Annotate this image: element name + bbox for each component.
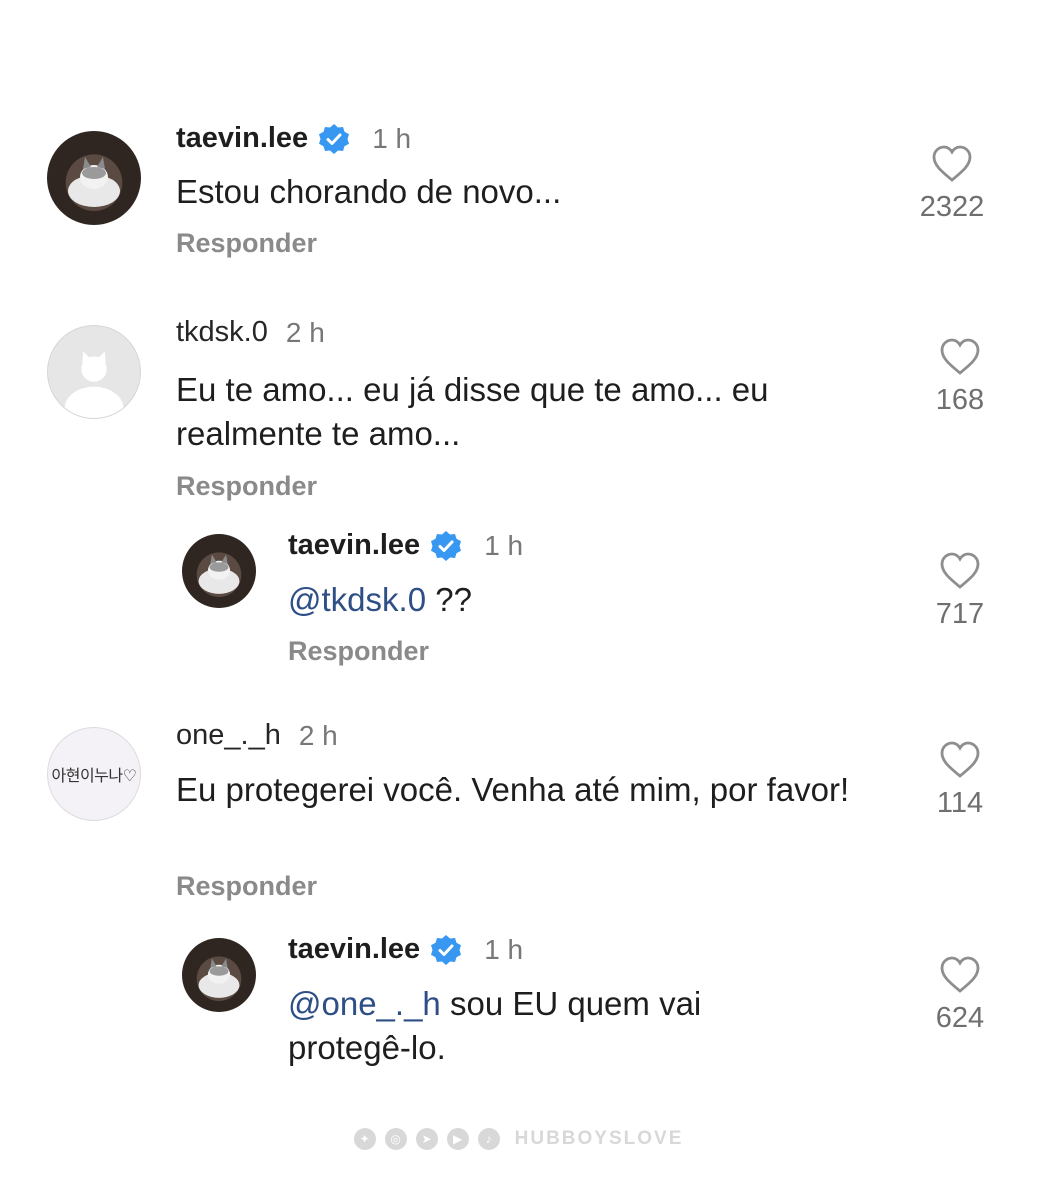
instagram-icon: ◎ xyxy=(384,1128,407,1150)
reply-button[interactable]: Responder xyxy=(176,871,317,902)
username[interactable]: taevin.lee xyxy=(288,933,420,966)
like-count: 114 xyxy=(936,787,984,819)
username[interactable]: one_._h xyxy=(176,719,281,752)
like-count: 168 xyxy=(935,384,985,416)
avatar[interactable]: 아현이누나♡ xyxy=(47,727,141,821)
tiktok-icon: ♪ xyxy=(477,1128,500,1150)
comment-text: @tkdsk.0 ?? xyxy=(288,578,888,622)
avatar[interactable] xyxy=(47,325,141,419)
comment-header: taevin.lee 1 h xyxy=(288,933,523,966)
twitter-icon: ✦ xyxy=(353,1128,376,1150)
comment-text: Estou chorando de novo... xyxy=(176,173,562,210)
like-control: 624 xyxy=(915,956,1005,1035)
username[interactable]: taevin.lee xyxy=(288,529,420,562)
comment-header: taevin.lee 1 h xyxy=(176,122,411,155)
comment-text: Eu protegerei você. Venha até mim, por f… xyxy=(176,771,850,808)
username[interactable]: taevin.lee xyxy=(176,122,308,155)
like-control: 717 xyxy=(915,552,1005,631)
avatar[interactable] xyxy=(182,534,256,608)
watermark: ✦ ◎ ➤ ▶ ♪ HUBBOYSLOVE xyxy=(0,1128,1037,1150)
verified-badge-icon xyxy=(431,934,462,965)
like-control: 114 xyxy=(915,741,1005,820)
timestamp: 1 h xyxy=(484,529,524,561)
mention-link[interactable]: @tkdsk.0 xyxy=(288,581,426,618)
reply-button[interactable]: Responder xyxy=(176,228,317,259)
reply-button[interactable]: Responder xyxy=(176,471,317,502)
youtube-icon: ▶ xyxy=(446,1128,469,1150)
cat-avatar-icon xyxy=(198,958,240,998)
avatar-text: 아현이누나♡ xyxy=(51,768,137,785)
timestamp: 2 h xyxy=(298,719,338,751)
like-count: 717 xyxy=(935,598,985,630)
cat-avatar-icon xyxy=(198,554,240,594)
username[interactable]: tkdsk.0 xyxy=(176,316,268,349)
like-count: 624 xyxy=(935,1002,985,1034)
like-control: 2322 xyxy=(907,145,997,224)
timestamp: 2 h xyxy=(285,316,325,348)
heart-icon[interactable] xyxy=(939,956,981,994)
heart-icon[interactable] xyxy=(931,145,973,183)
cat-avatar-icon xyxy=(68,157,120,207)
timestamp: 1 h xyxy=(372,122,412,154)
comment-text: @one_._h sou EU quem vai protegê-lo. xyxy=(288,982,808,1070)
comment-header: taevin.lee 1 h xyxy=(288,529,523,562)
heart-icon[interactable] xyxy=(939,741,981,779)
default-avatar-icon xyxy=(64,351,124,418)
heart-icon[interactable] xyxy=(939,552,981,590)
reply-button[interactable]: Responder xyxy=(288,636,429,667)
comment-header: tkdsk.0 2 h xyxy=(176,316,325,349)
mention-link[interactable]: @one_._h xyxy=(288,985,441,1022)
avatar[interactable] xyxy=(182,938,256,1012)
watermark-text: HUBBOYSLOVE xyxy=(514,1128,684,1149)
comment-header: one_._h 2 h xyxy=(176,719,338,752)
like-count: 2322 xyxy=(919,191,985,223)
comment-text-body: ?? xyxy=(426,581,472,618)
timestamp: 1 h xyxy=(484,933,524,965)
verified-badge-icon xyxy=(431,530,462,561)
telegram-icon: ➤ xyxy=(415,1128,438,1150)
comment-text: Eu te amo... eu já disse que te amo... e… xyxy=(176,371,769,452)
like-control: 168 xyxy=(915,338,1005,417)
verified-badge-icon xyxy=(319,123,350,154)
avatar[interactable] xyxy=(47,131,141,225)
heart-icon[interactable] xyxy=(939,338,981,376)
